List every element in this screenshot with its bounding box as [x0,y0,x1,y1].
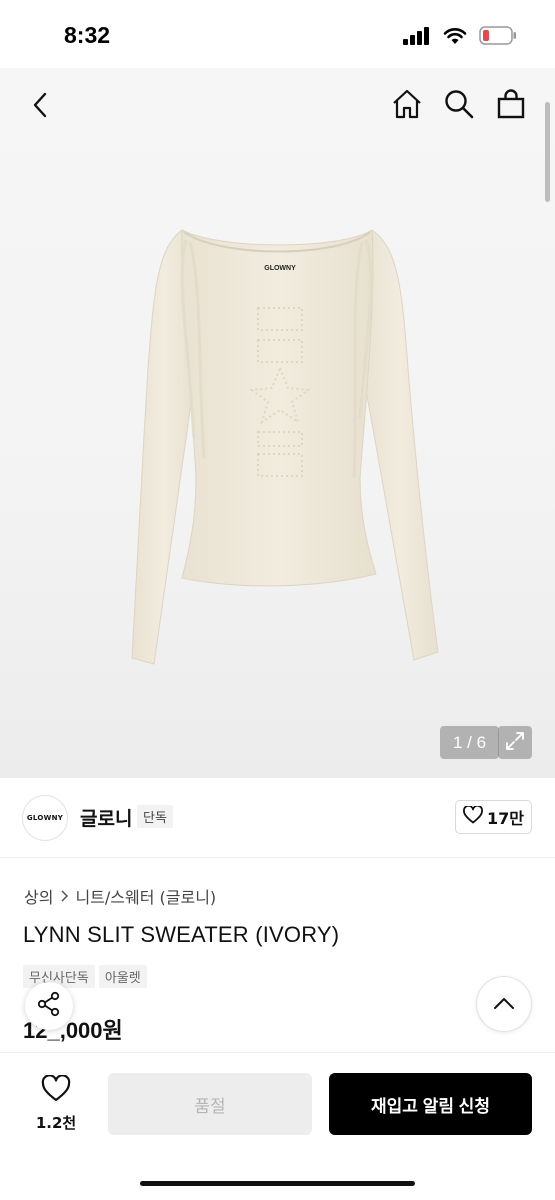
back-chevron-icon[interactable] [26,90,56,120]
scroll-indicator [545,102,550,202]
brand-name[interactable]: 글로니 [80,804,132,831]
share-icon [36,991,62,1021]
breadcrumb-item[interactable]: 니트/스웨터 (글로니) [75,884,216,908]
wish-button[interactable]: 1.2천 [20,1074,92,1133]
scroll-to-top-button[interactable] [476,976,532,1032]
brand-row: GLOWNY 글로니 단독 17만 [0,778,555,858]
breadcrumb-item[interactable]: 상의 [24,884,53,908]
home-indicator [140,1181,415,1186]
shopping-bag-icon[interactable] [495,88,527,120]
status-time: 8:32 [64,22,111,48]
wifi-icon [443,27,467,49]
expand-icon [504,730,526,756]
cellular-signal-icon [403,26,431,49]
header-actions [391,88,527,120]
search-icon[interactable] [443,88,475,120]
heart-icon [463,804,483,828]
brand-logo[interactable]: GLOWNY [22,795,68,841]
restock-alert-button[interactable]: 재입고 알림 신청 [329,1073,532,1135]
expand-image-button[interactable] [498,726,532,759]
tag-outlet: 아울렛 [98,965,147,988]
breadcrumb: 상의 니트/스웨터 (글로니) [24,884,216,908]
brand-like-count: 17만 [487,809,524,828]
brand-like-button[interactable]: 17만 [455,800,532,834]
home-icon[interactable] [391,88,423,120]
status-icons [403,26,517,49]
product-image-gallery[interactable]: GLOWNY 1 / 6 [0,68,555,778]
product-photo: GLOWNY [110,218,450,678]
sold-out-button[interactable]: 품절 [108,1073,312,1135]
chevron-up-icon [493,995,515,1014]
wish-count: 1.2천 [35,1114,77,1132]
bottom-action-bar: 1.2천 품절 재입고 알림 신청 [0,1052,555,1200]
chevron-right-icon [59,887,69,906]
garment-label-text: GLOWNY [264,265,296,272]
status-bar: 8:32 [0,0,555,68]
image-pager: 1 / 6 [440,726,500,759]
brand-exclusive-badge: 단독 [137,805,173,828]
share-button[interactable] [25,982,73,1030]
battery-low-icon [479,26,517,49]
heart-outline-icon [41,1074,71,1106]
product-title: LYNN SLIT SWEATER (IVORY) [23,922,340,947]
